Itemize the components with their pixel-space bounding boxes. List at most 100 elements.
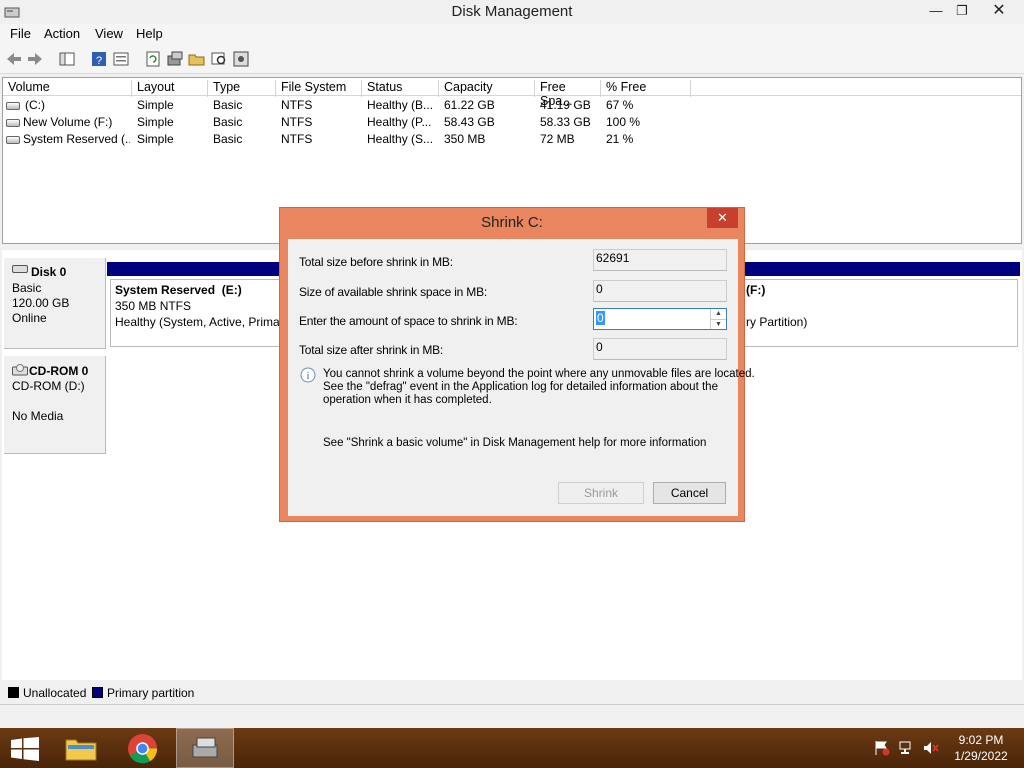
restore-button[interactable]: ❐: [950, 0, 974, 22]
cd-drive-icon: [12, 364, 28, 376]
spin-up-icon[interactable]: ▲: [710, 309, 726, 319]
cell-file-system: NTFS: [281, 115, 313, 129]
back-arrow-icon[interactable]: [5, 50, 23, 68]
primary-partition-swatch: [92, 687, 103, 698]
menu-action[interactable]: Action: [44, 26, 80, 41]
cell-free-space: 58.33 GB: [540, 115, 591, 129]
partition-name: (F:): [746, 283, 766, 297]
show-hide-console-tree-icon[interactable]: [58, 50, 76, 68]
available-shrink-space-value: 0: [593, 280, 727, 302]
shrink-amount-label: Enter the amount of space to shrink in M…: [299, 314, 518, 328]
column-header-layout[interactable]: Layout: [132, 80, 208, 97]
disk-0-name: Disk 0: [31, 265, 67, 279]
partition-status: Healthy (System, Active, Primar: [115, 315, 284, 329]
settings-icon[interactable]: [232, 50, 250, 68]
cell-layout: Simple: [137, 98, 174, 112]
file-explorer-icon[interactable]: [64, 734, 98, 762]
minimize-button[interactable]: —: [924, 0, 948, 22]
shrink-amount-input[interactable]: 0: [596, 311, 605, 325]
info-icon: i: [300, 367, 316, 383]
partition-status: ry Partition): [746, 315, 808, 329]
rescan-disks-icon[interactable]: [166, 50, 184, 68]
dialog-title: Shrink C:: [481, 214, 543, 231]
column-header-type[interactable]: Type: [208, 80, 276, 97]
menu-bar: File Action View Help: [0, 24, 1024, 44]
available-shrink-space-label: Size of available shrink space in MB:: [299, 285, 488, 299]
toolbar: ?: [0, 44, 1024, 74]
shrink-button[interactable]: Shrink: [558, 482, 644, 504]
properties-icon[interactable]: [112, 50, 130, 68]
clock-date[interactable]: 1/29/2022: [948, 749, 1014, 763]
menu-help[interactable]: Help: [136, 26, 163, 41]
column-header-status[interactable]: Status: [362, 80, 439, 97]
cell-volume: System Reserved (...: [23, 132, 130, 146]
total-size-after-value: 0: [593, 338, 727, 360]
info-line: See the "defrag" event in the Applicatio…: [323, 381, 718, 393]
chrome-icon[interactable]: [127, 733, 158, 764]
cell-percent-free: 67 %: [606, 98, 634, 112]
cell-status: Healthy (B...: [367, 98, 434, 112]
svg-text:i: i: [307, 371, 310, 382]
shrink-dialog: Shrink C: ✕ Total size before shrink in …: [279, 207, 755, 522]
cell-capacity: 58.43 GB: [444, 115, 495, 129]
taskbar-disk-management[interactable]: [176, 728, 234, 768]
info-line: You cannot shrink a volume beyond the po…: [323, 368, 755, 380]
close-button[interactable]: ✕: [976, 0, 1022, 22]
open-folder-icon[interactable]: [188, 50, 206, 68]
find-icon[interactable]: [210, 50, 228, 68]
partition-size: 350 MB NTFS: [115, 299, 192, 313]
total-size-after-label: Total size after shrink in MB:: [299, 343, 444, 357]
dialog-body: Total size before shrink in MB: 62691 Si…: [288, 239, 755, 516]
info-message: You cannot shrink a volume beyond the po…: [323, 368, 755, 407]
menu-view[interactable]: View: [95, 26, 123, 41]
volume-muted-icon[interactable]: [922, 740, 940, 756]
help-link[interactable]: See "Shrink a basic volume" in Disk Mana…: [323, 437, 706, 449]
table-row[interactable]: New Volume (F:) Simple Basic NTFS Health…: [3, 115, 1021, 132]
column-header-percent-free[interactable]: % Free: [601, 80, 691, 97]
cell-percent-free: 21 %: [606, 132, 634, 146]
refresh-icon[interactable]: [144, 50, 162, 68]
cell-layout: Simple: [137, 115, 174, 129]
forward-arrow-icon[interactable]: [26, 50, 44, 68]
cell-layout: Simple: [137, 132, 174, 146]
column-header-volume[interactable]: Volume: [3, 80, 132, 97]
cell-file-system: NTFS: [281, 98, 313, 112]
table-row[interactable]: (C:) Simple Basic NTFS Healthy (B... 61.…: [3, 98, 1021, 115]
cdrom-0-name: CD-ROM 0: [29, 364, 89, 378]
disk-0-label[interactable]: Disk 0 Basic 120.00 GB Online: [4, 258, 106, 349]
total-size-before-label: Total size before shrink in MB:: [299, 255, 453, 269]
help-icon[interactable]: ?: [90, 50, 108, 68]
cell-percent-free: 100 %: [606, 115, 641, 129]
column-header-file-system[interactable]: File System: [276, 80, 362, 97]
svg-text:?: ?: [96, 55, 102, 67]
partition-f[interactable]: (F:) ry Partition): [727, 279, 1018, 347]
dialog-close-button[interactable]: ✕: [707, 208, 738, 228]
taskbar: 9:02 PM 1/29/2022: [0, 728, 1024, 768]
cell-type: Basic: [213, 115, 243, 129]
cell-volume: New Volume (F:): [23, 115, 113, 129]
legend-unallocated: Unallocated: [23, 686, 87, 700]
shrink-amount-stepper[interactable]: 0 ▲ ▼: [593, 308, 727, 330]
cell-volume: (C:): [25, 98, 45, 112]
clock-time[interactable]: 9:02 PM: [948, 733, 1014, 747]
disk-0-state: Online: [12, 311, 47, 325]
network-icon[interactable]: [898, 740, 916, 756]
cdrom-0-label[interactable]: CD-ROM 0 CD-ROM (D:) No Media: [4, 356, 106, 454]
menu-file[interactable]: File: [10, 26, 31, 41]
partition-name: System Reserved (E:): [115, 283, 242, 297]
info-line: operation when it has completed.: [323, 394, 492, 406]
hard-disk-icon: [12, 265, 28, 273]
cell-type: Basic: [213, 132, 243, 146]
title-bar: Disk Management — ❐ ✕: [0, 0, 1024, 24]
windows-start-icon[interactable]: [11, 737, 39, 761]
spin-down-icon[interactable]: ▼: [710, 319, 726, 329]
column-header-capacity[interactable]: Capacity: [439, 80, 535, 97]
legend-primary-partition: Primary partition: [107, 686, 195, 700]
action-center-flag-icon[interactable]: [873, 740, 891, 756]
cell-capacity: 61.22 GB: [444, 98, 495, 112]
table-row[interactable]: System Reserved (... Simple Basic NTFS H…: [3, 132, 1021, 149]
volume-icon: [6, 119, 20, 127]
cell-free-space: 72 MB: [540, 132, 575, 146]
column-header-free-space[interactable]: Free Spa...: [535, 80, 601, 108]
cancel-button[interactable]: Cancel: [653, 482, 726, 504]
